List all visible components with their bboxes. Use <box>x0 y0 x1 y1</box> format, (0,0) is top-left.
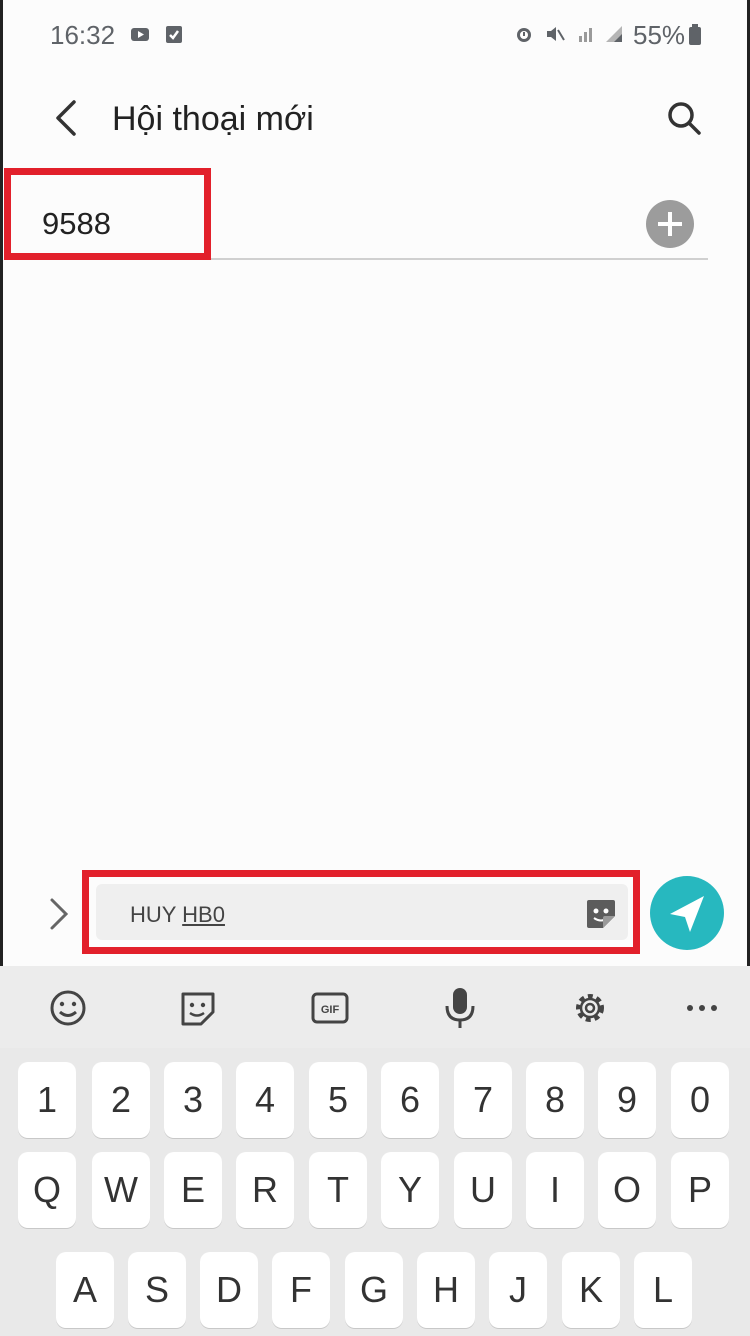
status-time: 16:32 <box>50 20 116 50</box>
key-u[interactable]: U <box>454 1152 512 1228</box>
svg-text:GIF: GIF <box>321 1004 340 1016</box>
key-t[interactable]: T <box>309 1152 367 1228</box>
key-q[interactable]: Q <box>18 1152 76 1228</box>
key-j[interactable]: J <box>489 1252 547 1328</box>
key-0[interactable]: 0 <box>671 1062 729 1138</box>
task-icon <box>166 26 182 43</box>
search-icon[interactable] <box>664 98 704 138</box>
alarm-icon <box>517 28 531 42</box>
key-g[interactable]: G <box>345 1252 403 1328</box>
battery-icon <box>689 24 701 45</box>
youtube-icon <box>131 28 149 41</box>
key-f[interactable]: F <box>272 1252 330 1328</box>
mute-icon <box>547 27 565 41</box>
send-button[interactable] <box>650 876 724 950</box>
key-i[interactable]: I <box>526 1152 584 1228</box>
wifi-icon <box>579 28 592 42</box>
keyboard-toolbar <box>0 966 750 1048</box>
signal-icon <box>606 26 622 42</box>
microphone-icon[interactable] <box>440 986 480 1030</box>
key-h[interactable]: H <box>417 1252 475 1328</box>
gif-icon[interactable]: GIF <box>310 986 350 1030</box>
key-a[interactable]: A <box>56 1252 114 1328</box>
chevron-right-icon[interactable] <box>44 896 74 932</box>
add-recipient-button[interactable] <box>646 200 694 248</box>
key-7[interactable]: 7 <box>454 1062 512 1138</box>
key-o[interactable]: O <box>598 1152 656 1228</box>
page-title: Hội thoại mới <box>112 100 314 138</box>
battery-level: 55% <box>633 20 686 50</box>
key-e[interactable]: E <box>164 1152 222 1228</box>
send-icon <box>670 896 704 932</box>
key-s[interactable]: S <box>128 1252 186 1328</box>
key-r[interactable]: R <box>236 1152 294 1228</box>
key-3[interactable]: 3 <box>164 1062 222 1138</box>
key-p[interactable]: P <box>671 1152 729 1228</box>
key-d[interactable]: D <box>200 1252 258 1328</box>
key-w[interactable]: W <box>92 1152 150 1228</box>
sticker-icon[interactable] <box>178 986 218 1030</box>
key-4[interactable]: 4 <box>236 1062 294 1138</box>
chevron-left-icon[interactable] <box>48 98 88 138</box>
key-2[interactable]: 2 <box>92 1062 150 1138</box>
plus-circle-icon <box>658 212 682 236</box>
key-y[interactable]: Y <box>381 1152 439 1228</box>
settings-icon[interactable] <box>570 986 610 1030</box>
key-1[interactable]: 1 <box>18 1062 76 1138</box>
message-highlight-box <box>82 870 640 954</box>
recipient-highlight-box <box>4 168 211 260</box>
key-5[interactable]: 5 <box>309 1062 367 1138</box>
key-9[interactable]: 9 <box>598 1062 656 1138</box>
key-6[interactable]: 6 <box>381 1062 439 1138</box>
key-k[interactable]: K <box>562 1252 620 1328</box>
more-icon[interactable] <box>682 986 722 1030</box>
key-l[interactable]: L <box>634 1252 692 1328</box>
emoji-icon[interactable] <box>48 986 88 1030</box>
key-8[interactable]: 8 <box>526 1062 584 1138</box>
